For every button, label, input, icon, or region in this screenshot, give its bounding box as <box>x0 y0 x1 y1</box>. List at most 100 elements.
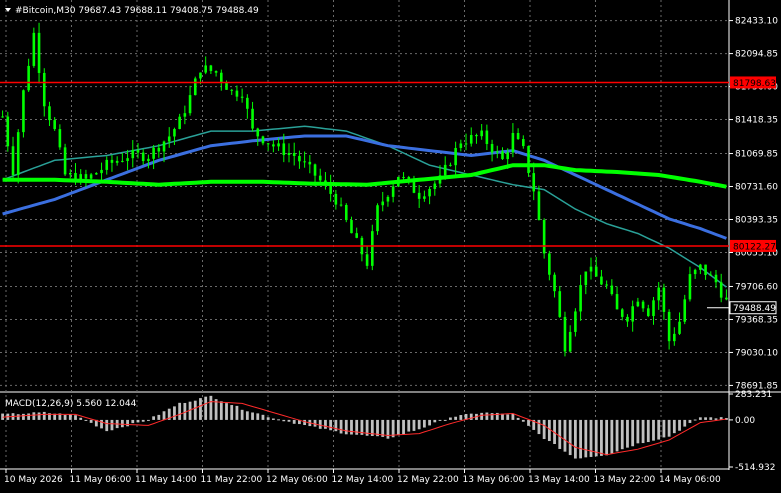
chart-window[interactable]: 82433.1082094.8581756.6081418.3581069.85… <box>0 0 781 489</box>
chart-header: #Bitcoin,M30 79687.43 79688.11 79408.75 … <box>5 6 259 16</box>
candle-body <box>657 287 661 301</box>
macd-histogram-bar <box>157 414 161 420</box>
candle-body <box>428 188 431 197</box>
time-tick-label: 11 May 22:00 <box>201 475 263 485</box>
macd-histogram-bar <box>485 412 489 420</box>
time-tick-label: 12 May 06:00 <box>266 475 328 485</box>
candle-body <box>475 135 478 137</box>
candle-body <box>277 143 280 147</box>
macd-histogram-bar <box>678 419 681 431</box>
candle-body <box>511 132 515 153</box>
candle-body <box>469 135 473 144</box>
macd-histogram-bar <box>449 417 452 420</box>
macd-histogram-bar <box>605 419 609 456</box>
time-tick-label: 12 May 22:00 <box>397 475 459 485</box>
time-tick-label: 13 May 22:00 <box>594 475 656 485</box>
macd-histogram-bar <box>600 419 603 456</box>
macd-histogram-bar <box>277 419 280 421</box>
macd-histogram-bar <box>266 417 270 420</box>
symbol-ohlc-label: #Bitcoin,M30 79687.43 79688.11 79408.75 … <box>15 6 259 16</box>
macd-histogram-bar <box>230 405 234 420</box>
candle-body <box>568 331 572 352</box>
macd-histogram-bar <box>568 419 572 456</box>
candle-body <box>391 186 395 197</box>
price-tick-label: 82433.10 <box>735 17 778 27</box>
candle-body <box>563 316 567 352</box>
candle-body <box>454 147 457 166</box>
macd-histogram-bar <box>334 419 338 432</box>
macd-histogram-bar <box>126 419 129 427</box>
macd-histogram-bar <box>110 419 114 431</box>
candle-body <box>324 180 327 185</box>
macd-histogram-bar <box>469 413 473 420</box>
macd-tick-label: 283.231 <box>735 390 772 400</box>
macd-histogram-bar <box>563 419 567 452</box>
time-tick-label: 11 May 14:00 <box>135 475 197 485</box>
candle-body <box>6 116 10 147</box>
candle-body <box>188 95 192 114</box>
macd-histogram-bar <box>84 419 88 421</box>
candle-body <box>636 301 640 307</box>
macd-histogram-bar <box>251 412 254 420</box>
candle-body <box>402 176 405 178</box>
price-tick-label: 81418.35 <box>735 116 778 126</box>
candle-body <box>1 116 4 118</box>
time-tick-label: 14 May 06:00 <box>659 475 721 485</box>
candle-body <box>193 78 197 96</box>
macd-histogram-bar <box>74 415 77 420</box>
price-tick-label: 82094.85 <box>735 50 778 60</box>
candle-body <box>11 146 15 176</box>
macd-tick-label: -514.932 <box>735 463 775 473</box>
candle-body <box>620 309 624 317</box>
price-tick-label: 79706.60 <box>735 282 778 292</box>
macd-histogram-bar <box>100 419 103 429</box>
macd-histogram-bar <box>271 418 275 420</box>
candle-body <box>501 151 504 160</box>
candle-body <box>548 253 551 275</box>
candle-body <box>152 147 155 159</box>
candle-body <box>537 191 541 220</box>
candle-body <box>95 173 98 175</box>
candle-body <box>574 311 577 332</box>
candle-body <box>115 160 119 163</box>
candle-body <box>610 285 614 295</box>
macd-label: MACD(12,26,9) 5.560 12.044 <box>5 399 137 409</box>
macd-histogram-bar <box>698 417 702 420</box>
candle-body <box>626 316 629 322</box>
price-tick-label: 80393.35 <box>735 216 778 226</box>
candle-body <box>313 164 317 176</box>
macd-histogram-bar <box>209 395 213 420</box>
candle-body <box>37 32 41 73</box>
candle-body <box>714 274 718 283</box>
macd-histogram-bar <box>542 419 546 440</box>
macd-histogram-bar <box>610 419 614 454</box>
macd-histogram-bar <box>193 400 197 420</box>
candle-body <box>53 120 56 130</box>
macd-histogram-bar <box>573 419 577 459</box>
candle-body <box>256 128 260 137</box>
candle-body <box>683 299 687 322</box>
candle-body <box>693 269 697 275</box>
price-tick-label: 81069.85 <box>735 150 778 160</box>
chart-canvas[interactable]: 82433.1082094.8581756.6081418.3581069.85… <box>0 0 781 489</box>
candle-body <box>209 65 213 72</box>
candle-body <box>220 72 223 83</box>
macd-histogram-bar <box>318 419 322 429</box>
macd-histogram-bar <box>417 419 421 430</box>
macd-histogram-bar <box>714 418 718 420</box>
candle-body <box>58 129 62 148</box>
candle-body <box>459 143 463 148</box>
macd-histogram-bar <box>235 405 239 420</box>
candle-body <box>704 264 707 276</box>
candle-body <box>318 175 322 181</box>
candle-body <box>63 147 67 175</box>
candle-body <box>16 132 20 176</box>
candle-body <box>589 266 593 272</box>
candle-body <box>136 149 140 153</box>
candle-body <box>522 139 525 147</box>
time-tick-label: 13 May 14:00 <box>528 475 590 485</box>
macd-histogram-bar <box>219 401 223 420</box>
macd-histogram-bar <box>558 419 562 449</box>
candle-body <box>709 274 713 276</box>
candle-body <box>443 164 447 176</box>
